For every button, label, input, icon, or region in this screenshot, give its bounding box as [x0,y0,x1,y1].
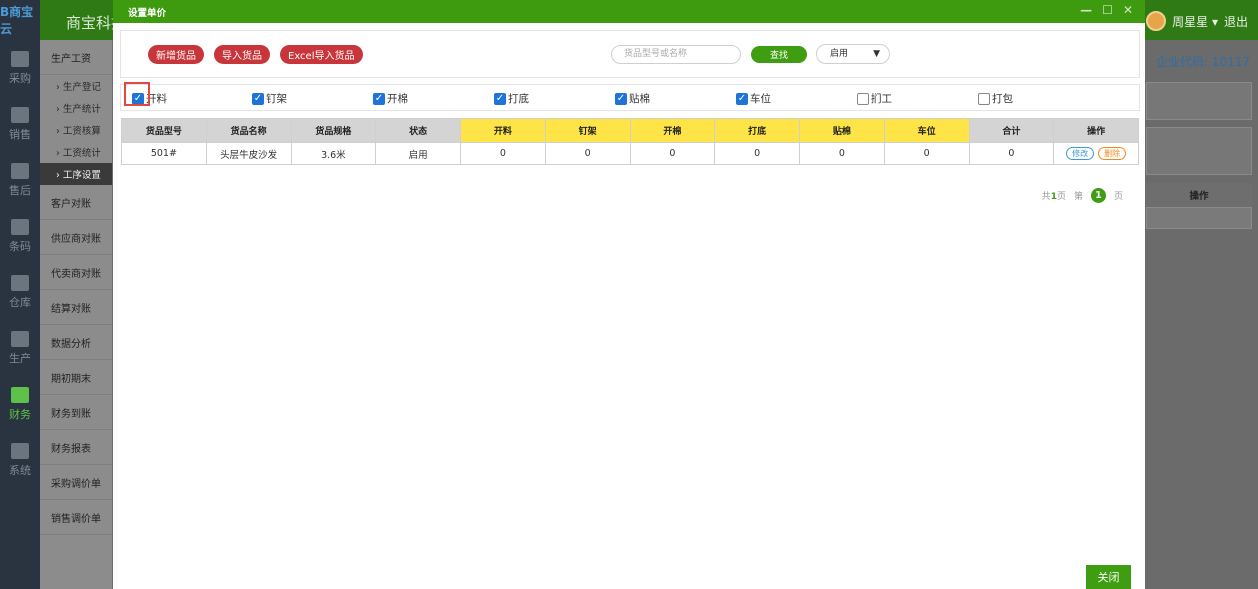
rail-label: 系统 [9,463,31,477]
dialog-header: 设置单价 — ☐ ✕ [113,0,1145,23]
checkbox-tiemian[interactable]: ✓ 贴棉 [615,91,650,106]
settings-icon [11,442,29,459]
rail-label: 采购 [9,71,31,85]
purchase-icon [11,50,29,67]
warehouse-icon [11,274,29,291]
rail-item-aftersale[interactable]: 售后 [0,152,40,208]
submenu-item[interactable]: 财务报表 [40,430,112,465]
rail-item-warehouse[interactable]: 仓库 [0,264,40,320]
finance-submenu: 生产工资 › 生产登记 › 生产统计 › 工资核算 › 工资统计 › 工序设置 … [40,40,112,589]
search-button[interactable]: 查找 [751,46,807,63]
checkbox-checked-icon: ✓ [494,92,506,105]
submenu-item[interactable]: 供应商对账 [40,220,112,255]
excel-import-button[interactable]: Excel导入货品 [280,45,363,64]
bg-panel [1146,127,1252,175]
submenu-item[interactable]: › 工资核算 [40,119,112,141]
checkbox-unchecked-icon [857,92,869,105]
checkbox-label: 打包 [992,93,1013,105]
bg-table-cell [1146,207,1252,229]
dialog-controls: — ☐ ✕ [1080,3,1133,17]
add-product-button[interactable]: 新增货品 [148,45,204,64]
process-checkboxes: ✓ 开料 ✓ 钉架 ✓ 开棉 ✓ 打底 ✓ 贴棉 ✓ 车位 扪工 打包 [120,84,1140,111]
rail-label: 销售 [9,127,31,141]
rail-label: 仓库 [9,295,31,309]
checkbox-unchecked-icon [978,92,990,105]
production-icon [11,330,29,347]
checkbox-checked-icon: ✓ [252,92,264,105]
checkbox-dabao[interactable]: 打包 [978,91,1013,106]
submenu-item[interactable]: 客户对账 [40,185,112,220]
checkbox-dingjia[interactable]: ✓ 钉架 [252,91,287,106]
maximize-icon[interactable]: ☐ [1102,3,1113,17]
search-input[interactable]: 货品型号或名称 [611,45,741,64]
rail-item-production[interactable]: 生产 [0,320,40,376]
sales-icon [11,106,29,123]
rail-label: 生产 [9,351,31,365]
rail-label: 售后 [9,183,31,197]
checkbox-label: 打底 [508,93,529,105]
user-menu[interactable]: 周星星 ▾ 退出 [1146,11,1248,31]
highlight-box [124,82,150,106]
set-unit-price-dialog: 设置单价 — ☐ ✕ 新增货品 导入货品 Excel导入货品 货品型号或名称 查… [113,0,1145,589]
checkbox-label: 扪工 [871,93,892,105]
avatar [1146,11,1167,31]
bg-panel [1146,82,1252,120]
user-name[interactable]: 周星星 ▾ [1172,13,1218,30]
submenu-item[interactable]: 代卖商对账 [40,255,112,290]
checkbox-label: 开棉 [387,93,408,105]
submenu-item[interactable]: › 生产统计 [40,97,112,119]
checkbox-label: 车位 [750,93,771,105]
checkbox-mengong[interactable]: 扪工 [857,91,892,106]
rail-item-sales[interactable]: 销售 [0,96,40,152]
edit-button[interactable]: 修改 [1066,147,1095,160]
rail-label: 条码 [9,239,31,253]
logout-link[interactable]: 退出 [1224,13,1248,30]
checkbox-checked-icon: ✓ [373,92,385,105]
submenu-item[interactable]: 财务到账 [40,395,112,430]
rail-item-barcode[interactable]: 条码 [0,208,40,264]
icon-rail: B商宝云 采购 销售 售后 条码 仓库 生产 财务 系统 [0,0,40,589]
rail-item-settings[interactable]: 系统 [0,432,40,488]
checkbox-label: 钉架 [266,93,287,105]
checkbox-kaimian[interactable]: ✓ 开棉 [373,91,408,106]
close-icon[interactable]: ✕ [1123,3,1133,17]
status-select[interactable]: 启用 ▼ [816,44,890,64]
dropdown-arrow-icon: ▼ [873,49,880,59]
cell-actions: 修改 删除 [1053,142,1139,165]
rail-item-finance[interactable]: 财务 [0,376,40,432]
app-logo: B商宝云 [0,5,34,36]
submenu-item-active[interactable]: › 工序设置 [40,163,112,185]
company-code: 企业代码: 10117 [1155,55,1250,69]
dialog-toolbar: 新增货品 导入货品 Excel导入货品 货品型号或名称 查找 启用 ▼ [120,30,1140,78]
minimize-icon[interactable]: — [1080,3,1092,17]
close-button[interactable]: 关闭 [1086,565,1131,589]
bg-table-header: 操作 [1146,183,1252,207]
submenu-item[interactable]: 期初期末 [40,360,112,395]
submenu-group-payroll[interactable]: 生产工资 [40,40,112,75]
dialog-title: 设置单价 [128,7,167,19]
checkbox-dadi[interactable]: ✓ 打底 [494,91,529,106]
submenu-item[interactable]: 销售调价单 [40,500,112,535]
status-select-value: 启用 [830,49,849,59]
import-product-button[interactable]: 导入货品 [214,45,270,64]
submenu-item[interactable]: 结算对账 [40,290,112,325]
barcode-icon [11,218,29,235]
submenu-item[interactable]: › 工资统计 [40,141,112,163]
delete-button[interactable]: 删除 [1098,147,1127,160]
submenu-item[interactable]: 数据分析 [40,325,112,360]
checkbox-chewei[interactable]: ✓ 车位 [736,91,771,106]
rail-item-purchase[interactable]: 采购 [0,40,40,96]
checkbox-checked-icon: ✓ [736,92,748,105]
submenu-item[interactable]: 采购调价单 [40,465,112,500]
submenu-item[interactable]: › 生产登记 [40,75,112,97]
finance-icon [11,386,29,403]
checkbox-label: 贴棉 [629,93,650,105]
checkbox-checked-icon: ✓ [615,92,627,105]
aftersale-icon [11,162,29,179]
rail-label: 财务 [9,407,31,421]
